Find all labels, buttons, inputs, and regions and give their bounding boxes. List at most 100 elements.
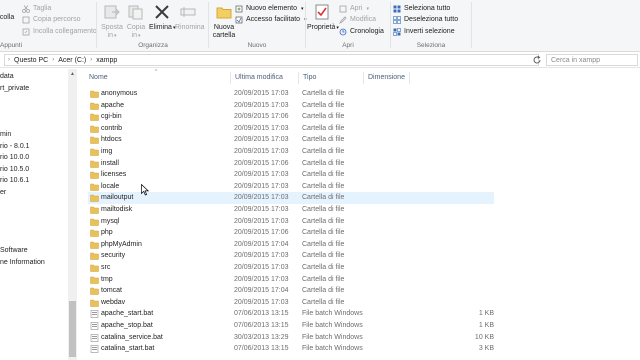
- column-header-type[interactable]: Tipo: [303, 72, 316, 84]
- new-folder-label: Nuova cartella: [212, 24, 236, 39]
- file-row[interactable]: anonymous 20/09/2015 17:03 Cartella di fil…: [88, 88, 494, 100]
- rename-icon: [180, 7, 196, 17]
- nav-item[interactable]: Software: [0, 246, 28, 256]
- nav-item[interactable]: rio 10.6.1: [0, 176, 29, 186]
- file-modified: 20/09/2015 17:06: [234, 229, 289, 237]
- file-row[interactable]: tomcat 20/09/2015 17:04 Cartella di file: [88, 285, 494, 297]
- copy-to-button[interactable]: Copia in▾: [123, 3, 149, 40]
- file-row[interactable]: install 20/09/2015 17:06 Cartella di file: [88, 158, 494, 170]
- nav-item[interactable]: min: [0, 130, 11, 140]
- select-all-button[interactable]: Seleziona tutto: [393, 3, 450, 14]
- select-all-label: Seleziona tutto: [404, 5, 451, 12]
- properties-button[interactable]: Proprietà▾: [307, 3, 339, 32]
- nav-item[interactable]: data: [0, 72, 14, 82]
- file-row[interactable]: licenses 20/09/2015 17:03 Cartella di file: [88, 169, 494, 181]
- nav-item[interactable]: rio 10.0.0: [0, 153, 29, 163]
- column-divider[interactable]: [409, 72, 410, 84]
- file-name: webdav: [101, 298, 126, 306]
- breadcrumb-xampp[interactable]: xampp: [96, 57, 117, 64]
- file-name: install: [101, 159, 119, 167]
- history-button[interactable]: Cronologia: [339, 26, 384, 37]
- search-input[interactable]: Cerca in xampp: [546, 54, 638, 66]
- file-modified: 20/09/2015 17:03: [234, 124, 289, 132]
- file-type: Cartella di file: [302, 275, 345, 283]
- file-row[interactable]: tmp 20/09/2015 17:03 Cartella di file: [88, 274, 494, 286]
- column-divider[interactable]: [298, 72, 299, 84]
- nav-item[interactable]: rt_private: [0, 84, 29, 94]
- file-row[interactable]: apache 20/09/2015 17:03 Cartella di file: [88, 100, 494, 112]
- file-row[interactable]: catalina_service.bat 30/03/2013 13:29 File…: [88, 332, 494, 344]
- nav-item[interactable]: er: [0, 188, 6, 198]
- breadcrumb-this-pc[interactable]: Questo PC: [14, 57, 48, 64]
- folder-icon: [90, 148, 99, 156]
- file-row[interactable]: php 20/09/2015 17:06 Cartella di file: [88, 227, 494, 239]
- paste-shortcut-button[interactable]: Incolla collegamento: [22, 26, 97, 37]
- file-row[interactable]: cgi-bin 20/09/2015 17:06 Cartella di file: [88, 111, 494, 123]
- scrollbar-thumb[interactable]: [69, 301, 76, 357]
- nav-scrollbar[interactable]: ▲: [68, 69, 77, 360]
- file-modified: 07/06/2013 13:15: [234, 345, 289, 353]
- file-modified: 20/09/2015 17:03: [234, 194, 289, 202]
- file-row[interactable]: src 20/09/2015 17:03 Cartella di file: [88, 262, 494, 274]
- breadcrumb-drive[interactable]: Acer (C:): [58, 57, 86, 64]
- copy-path-button[interactable]: Copia percorso: [22, 14, 80, 25]
- file-row[interactable]: phpMyAdmin 20/09/2015 17:04 Cartella di fi…: [88, 239, 494, 251]
- nav-item[interactable]: rio - 8.0.1: [0, 142, 30, 152]
- file-row[interactable]: mysql 20/09/2015 17:03 Cartella di file: [88, 216, 494, 228]
- file-name: tomcat: [101, 287, 123, 295]
- paste-button[interactable]: Incolla: [0, 14, 18, 22]
- folder-icon: [90, 299, 99, 307]
- file-row[interactable]: htdocs 20/09/2015 17:03 Cartella di file: [88, 134, 494, 146]
- edit-button[interactable]: Modifica: [339, 14, 376, 25]
- scroll-up-icon[interactable]: ▲: [70, 71, 75, 77]
- file-name: apache: [101, 101, 124, 109]
- open-button[interactable]: Apri ▾: [339, 3, 369, 14]
- file-type: Cartella di file: [302, 113, 345, 121]
- rename-label: Rinomina: [175, 24, 205, 31]
- refresh-icon[interactable]: [532, 55, 542, 65]
- move-to-button[interactable]: Sposta in▾: [99, 3, 125, 40]
- file-name: src: [101, 264, 111, 271]
- navigation-pane: data rt_privatemin rio - 8.0.1 rio 10.0.0 ri…: [0, 69, 78, 360]
- invert-selection-button[interactable]: Inverti selezione: [393, 26, 455, 37]
- new-item-icon: [235, 5, 243, 12]
- column-divider[interactable]: [230, 72, 231, 84]
- clipboard-group-label: Appunti: [0, 42, 23, 49]
- file-name: apache_stop.bat: [101, 322, 153, 329]
- delete-button[interactable]: Elimina▾: [149, 3, 175, 32]
- copy-path-label: Copia percorso: [33, 16, 81, 23]
- file-row[interactable]: catalina_start.bat 07/06/2013 13:15 File b…: [88, 343, 494, 355]
- file-name: apache_start.bat: [101, 310, 154, 318]
- column-header-size[interactable]: Dimensione: [368, 72, 405, 84]
- nav-item[interactable]: rio 10.5.0: [0, 165, 29, 175]
- folder-icon: [90, 241, 99, 249]
- file-row[interactable]: apache_start.bat 07/06/2013 13:15 File bat…: [88, 308, 494, 320]
- column-header-name[interactable]: Nome: [89, 72, 108, 84]
- file-row[interactable]: webdav 20/09/2015 17:03 Cartella di file: [88, 297, 494, 309]
- address-bar-row: › Questo PC › Acer (C:) › xampp Cerca in…: [0, 52, 640, 68]
- delete-icon: [155, 5, 169, 19]
- column-divider[interactable]: [363, 72, 364, 84]
- select-none-button[interactable]: Deseleziona tutto: [393, 14, 458, 25]
- column-header-modified[interactable]: Ultima modifica: [235, 72, 283, 84]
- file-type: Cartella di file: [302, 159, 345, 167]
- address-bar[interactable]: › Questo PC › Acer (C:) › xampp: [4, 54, 539, 66]
- file-type: Cartella di file: [302, 264, 345, 271]
- file-row[interactable]: contrib 20/09/2015 17:03 Cartella di file: [88, 123, 494, 135]
- file-row[interactable]: mailtodisk 20/09/2015 17:03 Cartella di fi…: [88, 204, 494, 216]
- file-type: File batch Windows: [302, 345, 363, 353]
- folder-icon: [90, 229, 99, 237]
- ribbon-divider: [96, 2, 97, 48]
- folder-icon: [90, 125, 99, 133]
- file-row[interactable]: security 20/09/2015 17:03 Cartella di file: [88, 250, 494, 262]
- rename-button[interactable]: Rinomina: [175, 3, 205, 32]
- cut-button[interactable]: Taglia: [22, 3, 51, 14]
- new-item-button[interactable]: Nuovo elemento ▾: [235, 3, 304, 14]
- nav-item[interactable]: ne Information: [0, 258, 45, 268]
- easy-access-button[interactable]: Accesso facilitato▾: [235, 14, 307, 25]
- file-row[interactable]: apache_stop.bat 07/06/2013 13:15 File batc…: [88, 320, 494, 332]
- file-row[interactable]: img 20/09/2015 17:03 Cartella di file: [88, 146, 494, 158]
- new-folder-button[interactable]: Nuova cartella: [210, 3, 238, 40]
- move-to-label: Sposta in: [101, 24, 123, 39]
- properties-label: Proprietà: [307, 24, 336, 31]
